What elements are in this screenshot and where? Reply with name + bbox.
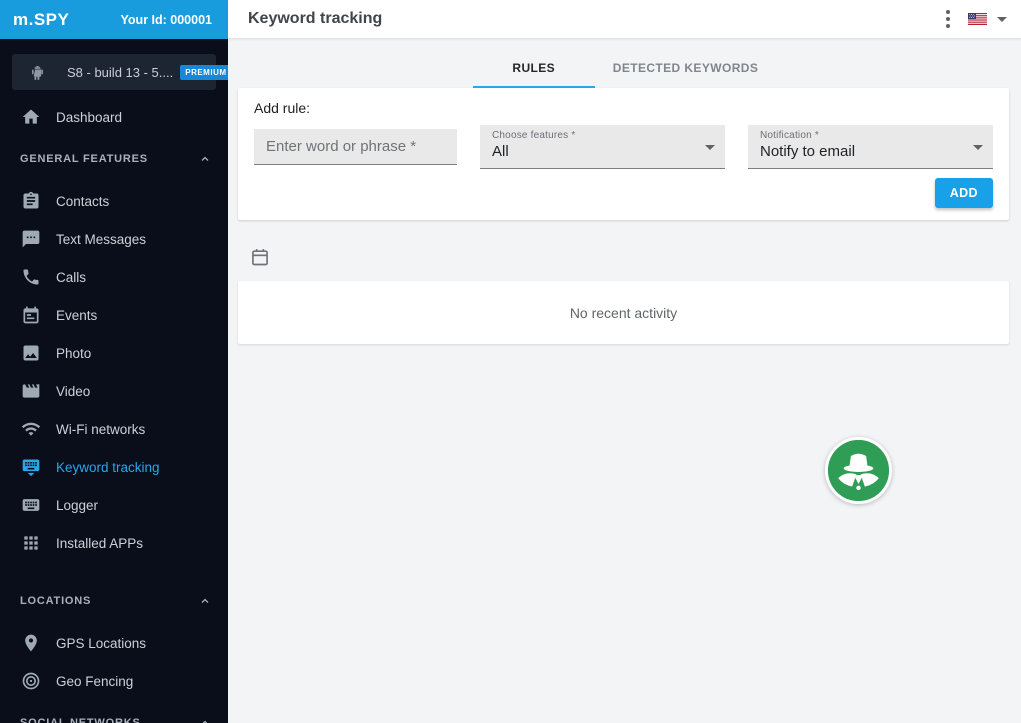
section-social-networks[interactable]: SOCIAL NETWORKS xyxy=(0,700,228,723)
apps-grid-icon xyxy=(21,533,41,553)
sidebar-item-label: Events xyxy=(56,307,98,323)
chevron-up-icon xyxy=(199,595,211,607)
main-content: RULES DETECTED KEYWORDS Add rule: Choose… xyxy=(228,39,1021,723)
sidebar-item-calls[interactable]: Calls xyxy=(0,258,228,296)
recent-activity-panel: No recent activity xyxy=(238,281,1009,344)
geofence-target-icon xyxy=(21,671,41,691)
keyword-input[interactable] xyxy=(254,129,457,164)
sidebar-item-label: Photo xyxy=(56,345,92,361)
chat-icon xyxy=(21,229,41,249)
add-button[interactable]: ADD xyxy=(934,178,993,208)
date-filter-icon[interactable] xyxy=(250,247,270,267)
spy-icon xyxy=(828,440,889,501)
map-pin-icon xyxy=(21,633,41,653)
topbar: Keyword tracking xyxy=(228,0,1021,39)
dropdown-caret-icon xyxy=(705,144,715,150)
sidebar-item-label: Dashboard xyxy=(56,109,123,125)
home-icon xyxy=(21,107,41,127)
sidebar-item-installed-apps[interactable]: Installed APPs xyxy=(0,524,228,562)
wifi-icon xyxy=(21,419,41,439)
sidebar-item-dashboard[interactable]: Dashboard xyxy=(0,98,228,136)
premium-badge: PREMIUM xyxy=(180,64,228,80)
sidebar-item-text-messages[interactable]: Text Messages xyxy=(0,220,228,258)
chevron-up-icon xyxy=(199,153,211,165)
empty-activity-message: No recent activity xyxy=(569,304,678,321)
sidebar-item-label: Video xyxy=(56,383,91,399)
user-id-label: Your Id: 000001 xyxy=(120,12,212,27)
sidebar-item-logger[interactable]: Logger xyxy=(0,486,228,524)
sidebar-item-label: Calls xyxy=(56,269,87,285)
image-icon xyxy=(21,343,41,363)
sidebar-item-label: GPS Locations xyxy=(56,635,147,651)
dropdown-caret-icon xyxy=(973,144,983,150)
logo-bar: m.SPY Your Id: 000001 xyxy=(0,0,228,39)
spy-chat-widget[interactable] xyxy=(825,437,892,504)
sidebar-item-wifi-networks[interactable]: Wi-Fi networks xyxy=(0,410,228,448)
tab-detected-keywords[interactable]: DETECTED KEYWORDS xyxy=(595,51,776,88)
device-name: S8 - build 13 - 5.... xyxy=(67,64,174,80)
kebab-menu-icon[interactable] xyxy=(944,8,952,30)
add-rule-title: Add rule: xyxy=(254,100,311,116)
chevron-down-icon xyxy=(997,16,1007,22)
sidebar-item-label: Logger xyxy=(56,497,99,513)
features-select-value: All xyxy=(492,143,509,160)
sidebar-item-label: Wi-Fi networks xyxy=(56,421,146,437)
section-locations[interactable]: LOCATIONS xyxy=(0,578,228,624)
chevron-up-icon xyxy=(199,717,211,723)
us-flag-icon xyxy=(968,13,987,25)
android-icon xyxy=(30,64,45,81)
features-select-label: Choose features * xyxy=(492,130,576,141)
device-selector[interactable]: S8 - build 13 - 5.... PREMIUM xyxy=(12,54,228,90)
sidebar-item-label: Text Messages xyxy=(56,231,147,247)
sidebar-item-label: Contacts xyxy=(56,193,110,209)
sidebar-nav: Dashboard GENERAL FEATURES Contacts Text… xyxy=(0,98,228,723)
sidebar-item-label: Keyword tracking xyxy=(56,459,160,475)
sidebar-item-label: Geo Fencing xyxy=(56,673,134,689)
features-select[interactable]: Choose features * All xyxy=(480,125,725,169)
sidebar-item-geo-fencing[interactable]: Geo Fencing xyxy=(0,662,228,700)
mspy-logo: m.SPY xyxy=(13,9,70,29)
sidebar-item-gps-locations[interactable]: GPS Locations xyxy=(0,624,228,662)
page-title: Keyword tracking xyxy=(248,10,383,27)
movie-icon xyxy=(21,381,41,401)
sidebar-item-keyword-tracking[interactable]: Keyword tracking xyxy=(0,448,228,486)
sidebar-item-photo[interactable]: Photo xyxy=(0,334,228,372)
keyboard-icon xyxy=(21,495,41,515)
notification-select-value: Notify to email xyxy=(760,143,856,160)
calendar-icon xyxy=(21,305,41,325)
contacts-icon xyxy=(21,191,41,211)
notification-select[interactable]: Notification * Notify to email xyxy=(748,125,993,169)
sidebar-item-events[interactable]: Events xyxy=(0,296,228,334)
notification-select-label: Notification * xyxy=(760,130,819,141)
add-rule-card: Add rule: Choose features * All Notifica… xyxy=(238,88,1009,220)
sidebar-item-contacts[interactable]: Contacts xyxy=(0,182,228,220)
phone-icon xyxy=(21,267,41,287)
keyboard-hide-icon xyxy=(21,457,41,477)
section-general-features[interactable]: GENERAL FEATURES xyxy=(0,136,228,182)
tab-rules[interactable]: RULES xyxy=(472,51,595,88)
keyword-field-wrapper xyxy=(254,129,457,165)
sidebar-item-label: Installed APPs xyxy=(56,535,144,551)
sidebar: m.SPY Your Id: 000001 S8 - build 13 - 5.… xyxy=(0,0,228,723)
tab-bar: RULES DETECTED KEYWORDS xyxy=(228,39,1021,88)
language-selector[interactable] xyxy=(968,13,1007,25)
sidebar-item-video[interactable]: Video xyxy=(0,372,228,410)
